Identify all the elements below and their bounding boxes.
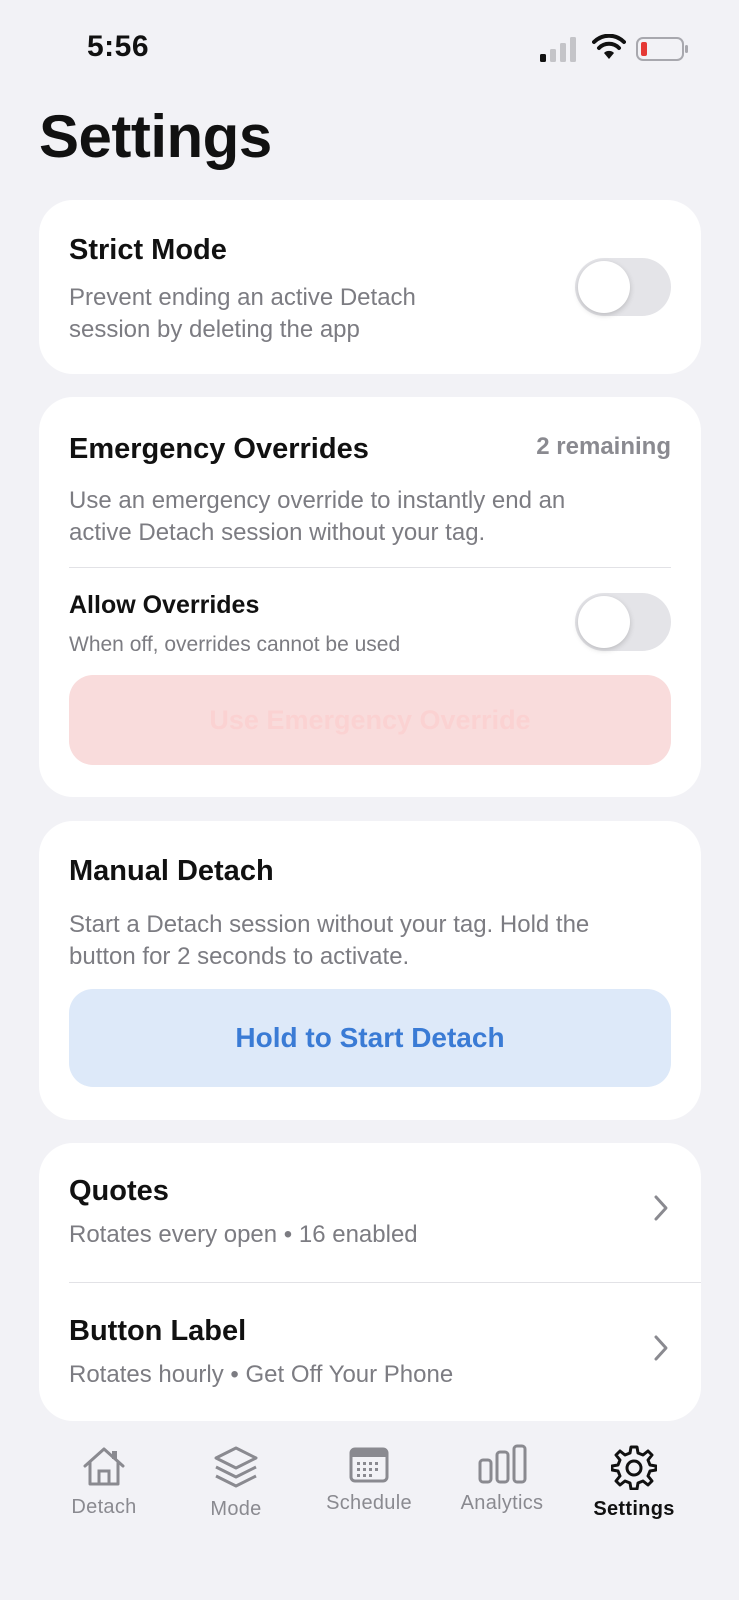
use-emergency-override-button[interactable]: Use Emergency Override [69,675,671,765]
strict-mode-card: Strict Mode Prevent ending an active Det… [39,200,701,374]
strict-mode-desc-line-2: session by deleting the app [69,316,360,343]
tab-label: Mode [210,1498,262,1520]
allow-overrides-title: Allow Overrides [69,591,260,619]
list-item-quotes[interactable]: Quotes Rotates every open • 16 enabled [39,1143,701,1278]
toggle-knob [578,596,630,648]
emergency-overrides-card: Emergency Overrides 2 remaining Use an e… [39,397,701,797]
preferences-list-card: Quotes Rotates every open • 16 enabled B… [39,1143,701,1421]
layers-icon [214,1446,258,1488]
tab-settings[interactable]: Settings [569,1444,699,1544]
tab-label: Schedule [326,1492,412,1514]
emergency-overrides-title: Emergency Overrides [69,433,369,465]
manual-detach-title: Manual Detach [69,855,274,887]
tab-label: Settings [593,1498,675,1520]
status-time: 5:56 [87,30,150,63]
tab-label: Analytics [460,1492,544,1514]
status-bar: 5:56 [0,0,739,100]
manual-detach-card: Manual Detach Start a Detach session wit… [39,821,701,1120]
divider [69,567,671,568]
chevron-right-icon [654,1195,668,1221]
tab-detach[interactable]: Detach [39,1444,169,1544]
wifi-icon [592,34,626,59]
gear-icon [611,1445,657,1490]
chevron-right-icon [654,1335,668,1361]
tab-bar: Detach Mode Schedule Analytics Settings [0,1422,739,1600]
tab-schedule[interactable]: Schedule [304,1444,434,1544]
tab-analytics[interactable]: Analytics [437,1444,567,1544]
bar-chart-icon [478,1444,527,1484]
allow-overrides-desc: When off, overrides cannot be used [69,633,401,656]
list-item-subtitle: Rotates every open • 16 enabled [69,1221,418,1248]
house-icon [83,1447,125,1486]
battery-low-icon [636,37,688,61]
cellular-signal-icon [540,37,576,62]
strict-mode-toggle[interactable] [575,258,671,316]
list-item-title: Button Label [69,1315,247,1347]
manual-detach-desc-line-2: button for 2 seconds to activate. [69,943,410,970]
overrides-remaining-count: 2 remaining [536,433,671,460]
tab-mode[interactable]: Mode [171,1444,301,1544]
manual-detach-desc-line-1: Start a Detach session without your tag.… [69,911,590,938]
page-title: Settings [39,103,272,170]
calendar-icon [349,1447,389,1483]
allow-overrides-toggle[interactable] [575,593,671,651]
hold-to-start-detach-button[interactable]: Hold to Start Detach [69,989,671,1087]
list-item-subtitle: Rotates hourly • Get Off Your Phone [69,1361,454,1388]
tab-label: Detach [71,1496,137,1518]
list-item-button-label[interactable]: Button Label Rotates hourly • Get Off Yo… [39,1283,701,1418]
toggle-knob [578,261,630,313]
emergency-desc-line-2: active Detach session without your tag. [69,519,486,546]
list-item-title: Quotes [69,1175,169,1207]
emergency-desc-line-1: Use an emergency override to instantly e… [69,487,566,514]
strict-mode-title: Strict Mode [69,234,227,266]
strict-mode-desc-line-1: Prevent ending an active Detach [69,284,416,311]
